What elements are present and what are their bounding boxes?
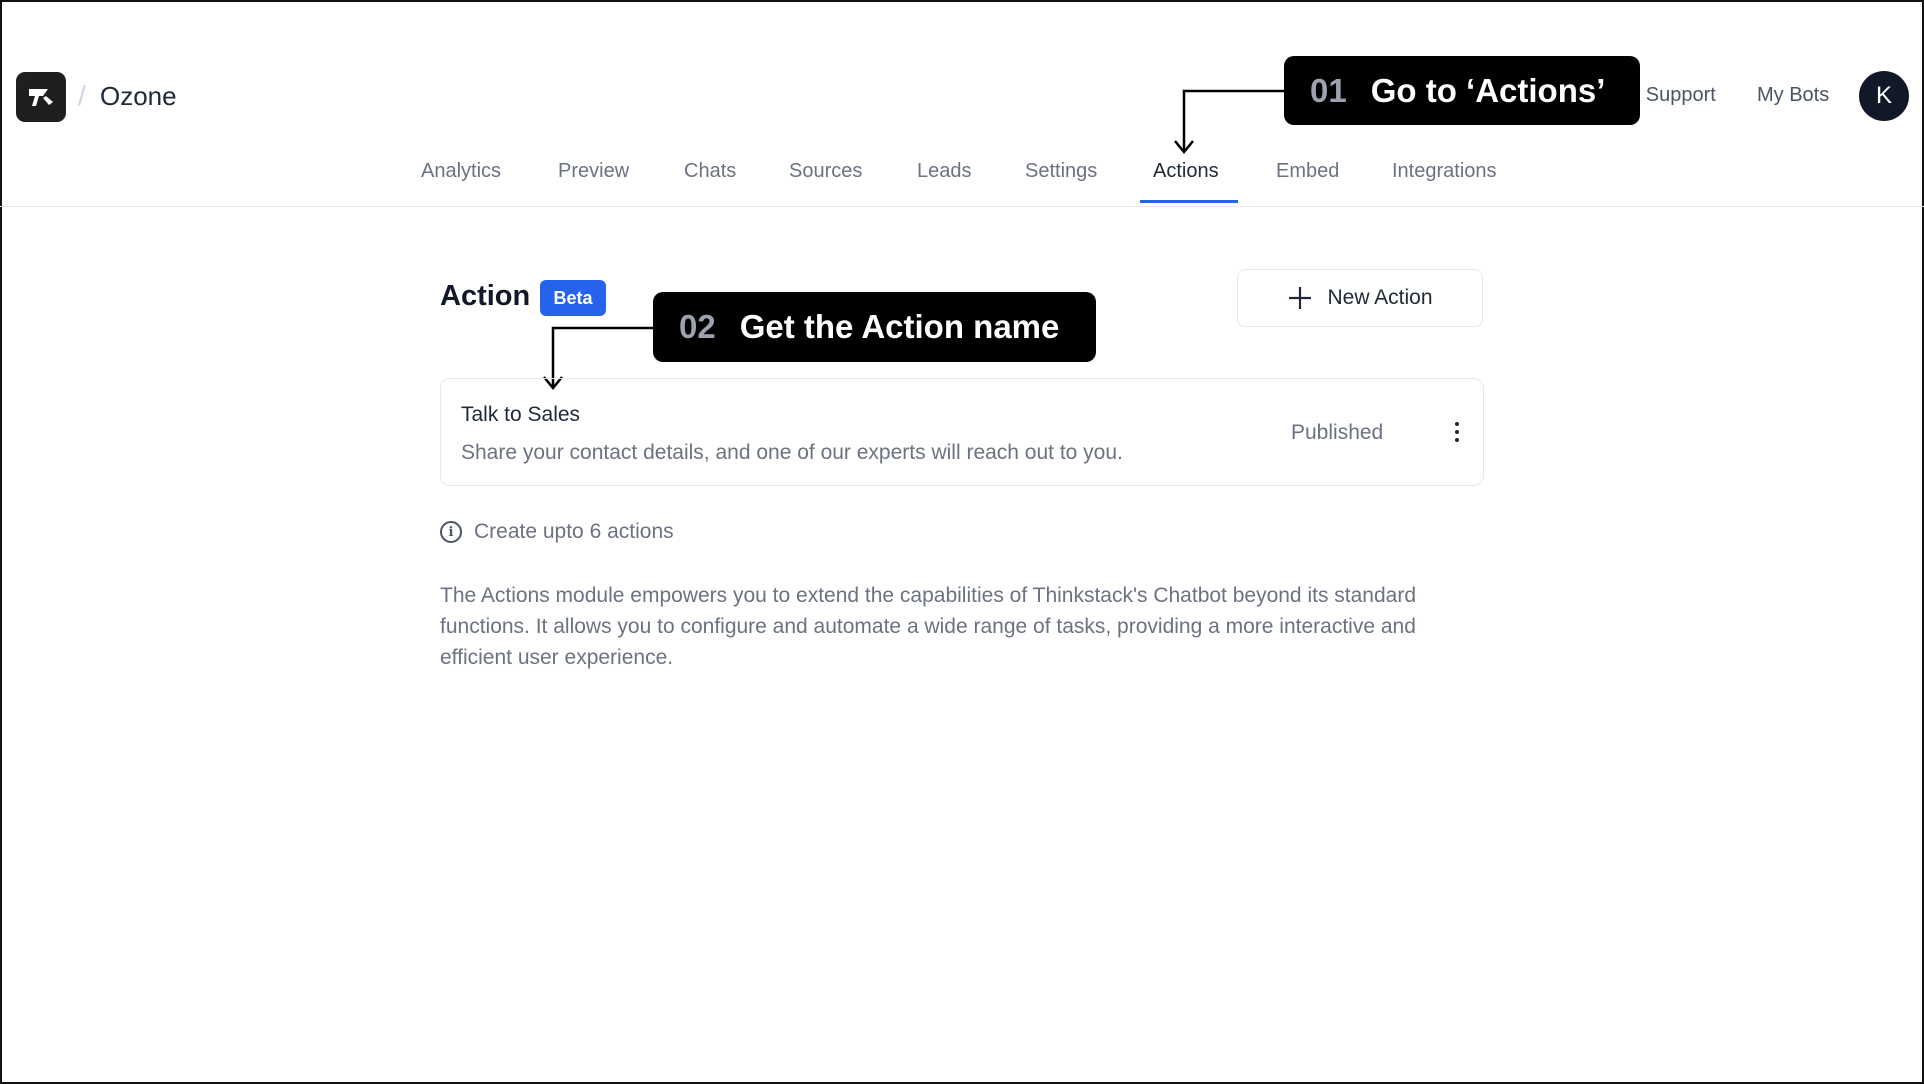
- new-action-label: New Action: [1327, 286, 1433, 309]
- tab-bar: Analytics Preview Chats Sources Leads Se…: [0, 156, 1924, 206]
- action-card[interactable]: Talk to Sales Share your contact details…: [440, 378, 1484, 486]
- tab-chats[interactable]: Chats: [684, 160, 736, 183]
- tab-integrations[interactable]: Integrations: [1392, 160, 1497, 183]
- tab-embed[interactable]: Embed: [1276, 160, 1339, 183]
- kebab-menu-icon[interactable]: [1445, 417, 1469, 447]
- action-limit-note: i Create upto 6 actions: [440, 520, 674, 544]
- tab-analytics[interactable]: Analytics: [421, 160, 501, 183]
- callout-text: Get the Action name: [739, 308, 1060, 345]
- new-action-button[interactable]: New Action: [1237, 269, 1483, 327]
- tab-preview[interactable]: Preview: [558, 160, 629, 183]
- logo-icon[interactable]: [16, 72, 66, 122]
- active-tab-indicator: [1140, 200, 1238, 203]
- module-description: The Actions module empowers you to exten…: [440, 584, 1417, 669]
- callout-step-1: 01 Go to ‘Actions’: [1284, 56, 1640, 125]
- callout-step-2: 02 Get the Action name: [653, 292, 1096, 362]
- action-name: Talk to Sales: [461, 403, 581, 426]
- callout-number: 01: [1310, 71, 1347, 109]
- action-description: Share your contact details, and one of o…: [461, 441, 1123, 464]
- callout-number: 02: [679, 308, 716, 345]
- tab-leads[interactable]: Leads: [917, 160, 972, 183]
- tab-settings[interactable]: Settings: [1025, 160, 1097, 183]
- breadcrumb-separator: /: [78, 80, 86, 111]
- page-title: Action: [440, 280, 531, 312]
- avatar[interactable]: K: [1859, 71, 1909, 121]
- my-bots-link[interactable]: My Bots: [1757, 84, 1829, 107]
- bot-name[interactable]: Ozone: [100, 81, 177, 112]
- tab-sources[interactable]: Sources: [789, 160, 862, 183]
- action-status: Published: [1291, 421, 1384, 444]
- callout-text: Go to ‘Actions’: [1370, 71, 1606, 109]
- beta-badge: Beta: [540, 280, 606, 316]
- info-icon: i: [440, 521, 462, 543]
- limit-text: Create upto 6 actions: [474, 520, 674, 543]
- plus-icon: [1289, 287, 1312, 309]
- tab-actions[interactable]: Actions: [1153, 160, 1219, 183]
